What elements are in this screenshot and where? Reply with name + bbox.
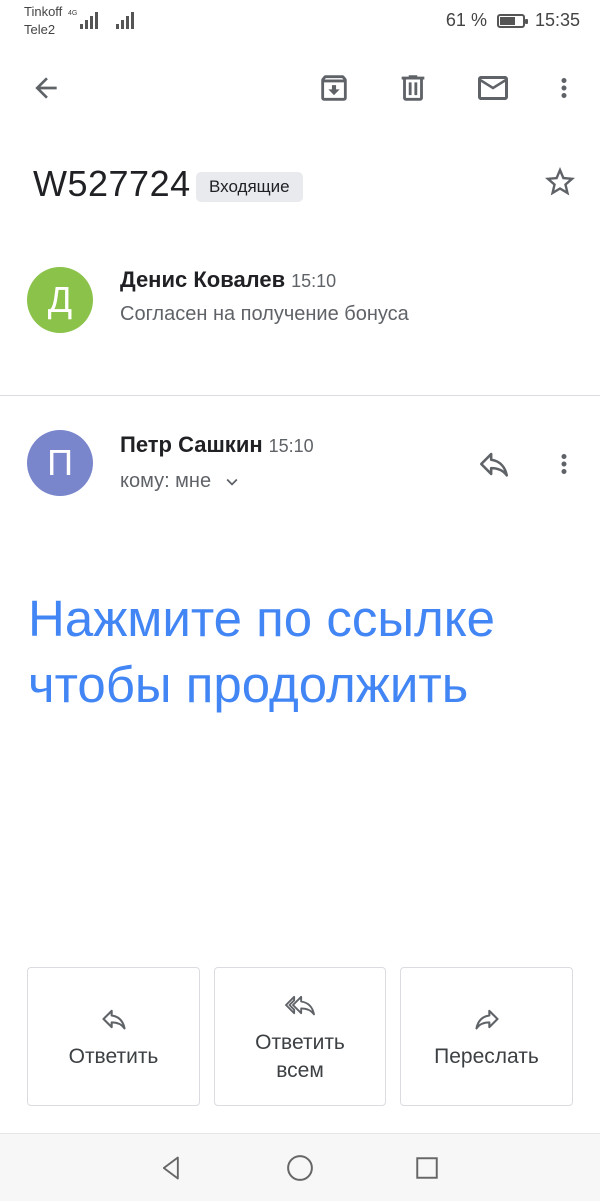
message-collapsed[interactable]: Д Денис Ковалев 15:10 Согласен на получен… [0, 245, 600, 365]
nav-recents-button[interactable] [405, 1146, 449, 1190]
sender-line-1: Денис Ковалев 15:10 [120, 267, 336, 293]
nav-home-button[interactable] [278, 1146, 322, 1190]
star-outline-icon [545, 167, 575, 196]
forward-icon [474, 1009, 499, 1029]
triangle-back-icon [162, 1156, 179, 1180]
mail-icon [478, 76, 508, 100]
forward-button[interactable]: Переслать [400, 967, 573, 1106]
inbox-label-chip[interactable]: Входящие [196, 172, 303, 202]
message-more-button[interactable] [540, 440, 588, 488]
carrier-name-2: Tele2 [24, 22, 56, 37]
archive-icon [321, 75, 347, 101]
status-bar: Tinkoff Tele2 4G 61 % 15:35 [0, 0, 600, 44]
sender-line-2: Петр Сашкин 15:10 [120, 432, 314, 458]
recipient-details-toggle[interactable]: кому: мне [120, 470, 243, 493]
message-time: 15:10 [268, 436, 314, 456]
square-recents-icon [416, 1157, 438, 1179]
signal-icon [80, 12, 98, 29]
reply-all-icon [285, 995, 315, 1015]
avatar-sender-2[interactable]: П [27, 430, 93, 496]
reply-all-button[interactable]: Ответить всем [214, 967, 386, 1106]
more-options-button[interactable] [540, 64, 588, 112]
recipient-text: кому: мне [120, 470, 212, 492]
network-type: 4G [68, 10, 78, 17]
message-body-link[interactable]: Нажмите по ссылке чтобы продолжить [28, 586, 588, 718]
signal-icon-2 [116, 12, 134, 29]
circle-home-icon [287, 1155, 313, 1181]
carrier-name-1: Tinkoff [24, 4, 63, 19]
reply-label: Ответить [68, 1044, 159, 1068]
system-nav-bar [0, 1133, 600, 1201]
reply-button-header[interactable] [470, 440, 518, 488]
delete-button[interactable] [389, 64, 437, 112]
body-line-2: чтобы продолжить [28, 656, 469, 713]
battery-icon [496, 13, 528, 28]
subject-title: W527724 [33, 163, 191, 204]
trash-icon [401, 75, 425, 101]
divider [0, 395, 600, 396]
back-button[interactable] [22, 64, 70, 112]
sender-name: Петр Сашкин [120, 432, 263, 457]
message-time: 15:10 [291, 271, 337, 291]
body-line-1: Нажмите по ссылке [28, 590, 495, 647]
nav-back-button[interactable] [150, 1146, 194, 1190]
reply-icon [101, 1009, 126, 1029]
status-right: 61 % 15:35 [446, 10, 580, 31]
mark-unread-button[interactable] [469, 64, 517, 112]
message-snippet: Согласен на получение бонуса [120, 303, 409, 325]
reply-all-label-line1: Ответить [255, 1030, 345, 1054]
reply-all-label-line2: всем [276, 1058, 324, 1082]
reply-icon [479, 452, 509, 477]
avatar-sender-1[interactable]: Д [27, 267, 93, 333]
reply-button[interactable]: Ответить [27, 967, 200, 1106]
star-button[interactable] [538, 160, 582, 204]
clock: 15:35 [534, 10, 580, 30]
battery-percent: 61 % [445, 10, 487, 30]
more-vert-icon [561, 78, 567, 98]
more-vert-icon [561, 454, 567, 474]
chevron-down-icon [226, 478, 238, 486]
arrow-back-icon [35, 77, 57, 99]
forward-label: Переслать [434, 1044, 539, 1068]
archive-button[interactable] [310, 64, 358, 112]
sender-name: Денис Ковалев [120, 267, 286, 292]
